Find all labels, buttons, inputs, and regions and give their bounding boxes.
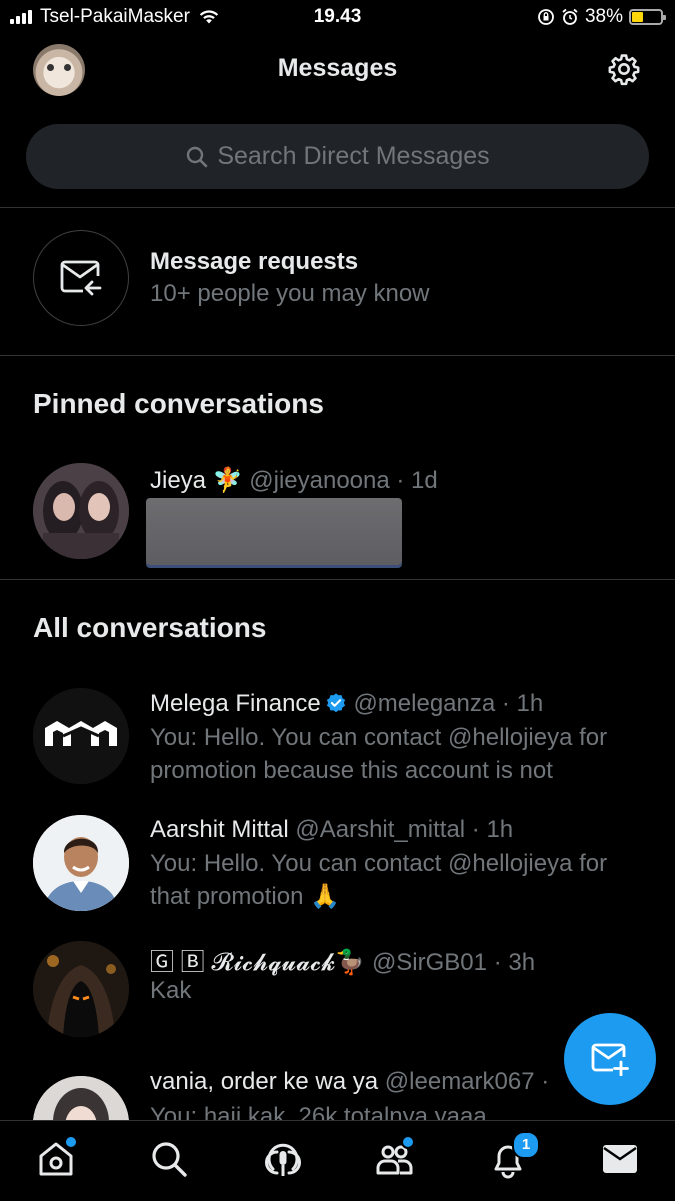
conversation-preview: You: Hello. You can contact @hellojieya … [150,850,608,910]
envelope-icon [603,1145,637,1173]
status-bar: Tsel-PakaiMasker 19.43 38% [0,0,675,36]
conversation-avatar [33,688,129,784]
conversation-name: Aarshit Mittal [150,816,289,843]
conversation-name: Melega Finance [150,690,321,717]
message-request-icon [33,230,129,326]
search-icon [152,1142,187,1177]
nav-notifications[interactable]: 1 [488,1131,540,1179]
search-icon [187,146,208,167]
conversation-handle: @leemark067 [384,1068,535,1095]
communities-notification-dot [401,1135,415,1149]
verified-badge-icon [326,693,345,713]
conversation-preview: Kak [150,977,192,1004]
bottom-nav: 1 [0,1120,675,1201]
home-notification-dot [64,1135,78,1149]
new-message-icon [591,1043,629,1076]
requests-subtitle: 10+ people you may know [150,280,430,307]
conversation-avatar [33,815,129,911]
battery-percent: 38% [584,6,623,27]
conversation-preview: You: haii kak, 26k totalnya yaaa [150,1103,487,1120]
conversation-name: vania, order ke wa ya [150,1068,379,1095]
nav-spaces[interactable] [263,1139,303,1179]
conversation-header: 🄶 🄱 𝓡𝓲𝓬𝓱𝓺𝓾𝓪𝓬𝓴🦆 @SirGB01 · 3h [150,942,535,977]
conversation-handle: @SirGB01 [371,949,488,976]
page-title: Messages [277,54,398,82]
battery-icon [629,9,666,25]
conversation-handle: @Aarshit_mittal [295,816,466,843]
conversation-time: · 1h [501,690,544,717]
redacted-preview [146,498,402,565]
conversation-time: · 1h [471,816,514,843]
conversation-header: Aarshit Mittal @Aarshit_mittal · 1h [150,816,513,844]
conversation-time: · 1d [396,467,438,494]
requests-title: Message requests [150,248,359,275]
gear-icon[interactable] [607,52,641,86]
conversation-avatar [33,463,129,559]
new-message-button[interactable] [564,1013,656,1105]
pinned-section-title: Pinned conversations [33,388,324,419]
search-input[interactable]: Search Direct Messages [26,124,649,189]
all-section-title: All conversations [33,612,267,643]
conversation-name: 🄶 🄱 𝓡𝓲𝓬𝓱𝓺𝓾𝓪𝓬𝓴🦆 [150,949,366,976]
orientation-lock-icon [538,9,554,25]
notifications-badge: 1 [512,1131,540,1159]
microphone-icon [265,1143,301,1176]
conversation-handle: @meleganza [353,690,496,717]
conversation-header: vania, order ke wa ya @leemark067 · [150,1068,549,1096]
conversation-header: Jieya 🧚 @jieyanoona · 1d [150,466,438,495]
conversation-time: · [541,1068,550,1095]
conversation-avatar [33,941,129,1037]
conversation-name: Jieya 🧚 [150,467,243,494]
nav-search[interactable] [149,1139,189,1179]
nav-messages[interactable] [600,1139,640,1179]
nav-communities[interactable] [374,1135,415,1179]
conversation-time: · 3h [493,949,536,976]
alarm-icon [562,8,578,25]
conversation-preview: You: Hello. You can contact @hellojieya … [150,724,608,784]
nav-home[interactable] [36,1135,78,1179]
search-placeholder: Search Direct Messages [217,142,490,170]
header: Messages [0,36,675,106]
divider [0,207,675,208]
divider [0,355,675,356]
conversation-handle: @jieyanoona [249,467,390,494]
conversation-header: Melega Finance @meleganza · 1h [150,690,543,718]
divider [0,579,675,580]
